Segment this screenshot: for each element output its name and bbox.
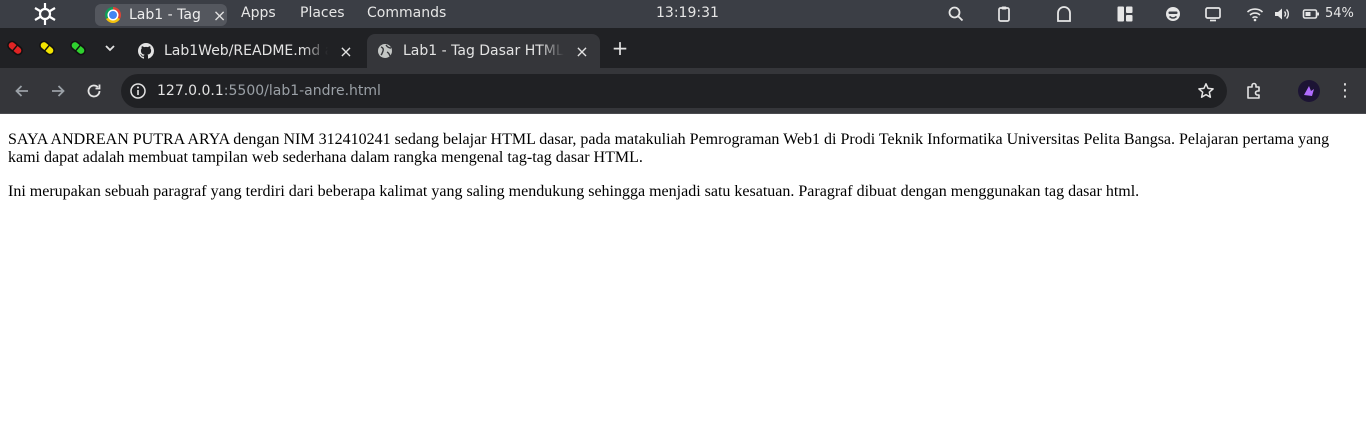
battery-percentage[interactable]: 54% <box>1325 6 1354 21</box>
bookmark-star-icon[interactable] <box>1197 82 1215 100</box>
address-bar[interactable]: 127.0.0.1:5500/lab1-andre.html <box>121 74 1227 108</box>
tab-close-icon[interactable]: × <box>574 42 590 61</box>
arrow-right-icon <box>52 85 65 97</box>
tab-github-readme[interactable]: Lab1Web/README.md at × <box>128 34 364 68</box>
back-button[interactable] <box>11 80 33 102</box>
site-info-icon[interactable] <box>129 82 147 100</box>
extension-red-capsule-icon[interactable] <box>4 38 26 58</box>
globe-icon <box>378 44 392 58</box>
workspace-grid-icon[interactable] <box>1116 5 1134 23</box>
system-top-panel: Lab1 - Tag × Apps Places Commands 13:19:… <box>0 0 1366 28</box>
tab-title: Lab1 - Tag Dasar HTML <box>403 43 564 59</box>
display-icon[interactable] <box>1204 5 1222 23</box>
menu-places[interactable]: Places <box>300 5 345 21</box>
status-face-icon[interactable] <box>1164 5 1182 23</box>
active-app-button[interactable]: Lab1 - Tag × <box>95 4 227 26</box>
url-text[interactable]: 127.0.0.1:5500/lab1-andre.html <box>157 83 381 99</box>
avatar-icon <box>1304 86 1314 96</box>
arrow-left-icon <box>15 85 28 97</box>
page-content: SAYA ANDREAN PUTRA ARYA dengan NIM 31241… <box>8 131 1350 217</box>
github-icon <box>138 43 154 59</box>
url-path: :5500/lab1-andre.html <box>223 83 381 99</box>
battery-icon[interactable] <box>1302 5 1320 23</box>
profile-avatar[interactable] <box>1298 80 1320 102</box>
extension-green-capsule-icon[interactable] <box>67 38 89 58</box>
reload-icon <box>87 84 101 98</box>
menu-apps[interactable]: Apps <box>241 5 276 21</box>
notification-icon[interactable] <box>1055 5 1073 23</box>
reload-button[interactable] <box>83 80 105 102</box>
paragraph-second: Ini merupakan sebuah paragraf yang terdi… <box>8 183 1140 200</box>
tab-lab1-active[interactable]: Lab1 - Tag Dasar HTML × <box>367 34 600 68</box>
extensions-puzzle-icon[interactable] <box>1244 81 1264 101</box>
system-logo-icon[interactable] <box>32 2 58 26</box>
menu-commands[interactable]: Commands <box>367 5 446 21</box>
browser-menu-button[interactable]: ⋮ <box>1336 80 1354 102</box>
chrome-icon <box>105 7 121 23</box>
browser-toolbar: 127.0.0.1:5500/lab1-andre.html ⋮ <box>0 68 1366 114</box>
tab-close-icon[interactable]: × <box>338 42 354 61</box>
url-host: 127.0.0.1 <box>157 83 224 99</box>
volume-icon[interactable] <box>1273 5 1291 23</box>
forward-button[interactable] <box>47 80 69 102</box>
clock[interactable]: 13:19:31 <box>656 5 719 21</box>
new-tab-button[interactable]: + <box>608 36 632 60</box>
search-icon[interactable] <box>947 5 965 23</box>
active-app-close-icon[interactable]: × <box>213 6 226 25</box>
chevron-down-icon <box>105 45 115 52</box>
wifi-icon[interactable] <box>1246 5 1264 23</box>
tab-title: Lab1Web/README.md at <box>164 43 328 59</box>
paragraph-intro: SAYA ANDREAN PUTRA ARYA dengan NIM 31241… <box>8 131 1330 166</box>
browser-tabstrip: Lab1Web/README.md at × Lab1 - Tag Dasar … <box>0 28 1366 68</box>
extension-yellow-capsule-icon[interactable] <box>36 38 58 58</box>
active-app-label: Lab1 - Tag <box>129 7 201 23</box>
clipboard-icon[interactable] <box>995 5 1013 23</box>
tab-search-button[interactable] <box>98 36 122 60</box>
